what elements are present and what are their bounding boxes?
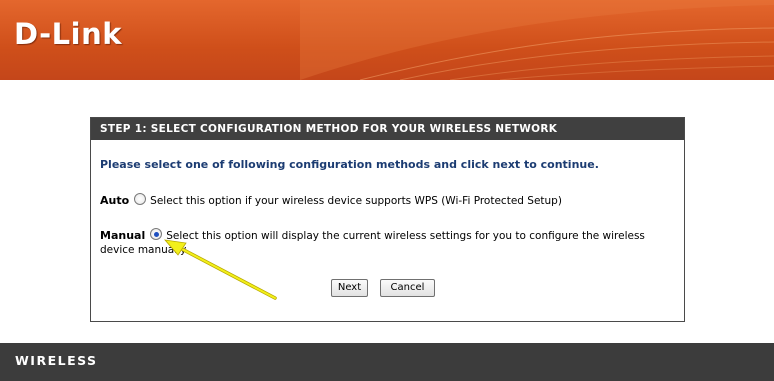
auto-radio[interactable] xyxy=(134,193,147,205)
option-auto-description: Select this option if your wireless devi… xyxy=(150,195,562,207)
dlink-logo: D-Link xyxy=(14,17,122,51)
header-wave-decoration xyxy=(300,0,774,80)
instruction-text: Please select one of following configura… xyxy=(100,158,599,171)
option-auto: Auto Select this option if your wireless … xyxy=(100,193,660,207)
option-manual: Manual Select this option will display th… xyxy=(100,228,660,257)
option-auto-label: Auto xyxy=(100,194,130,207)
option-manual-description: Select this option will display the curr… xyxy=(100,230,645,256)
option-manual-label: Manual xyxy=(100,229,146,242)
router-setup-page: D-Link STEP 1: SELECT CONFIGURATION METH… xyxy=(0,0,774,381)
config-method-dialog: STEP 1: SELECT CONFIGURATION METHOD FOR … xyxy=(90,117,685,322)
button-row: Next Cancel xyxy=(331,275,435,297)
footer-bar: WIRELESS xyxy=(0,343,774,381)
next-button[interactable]: Next xyxy=(331,279,368,297)
manual-radio[interactable] xyxy=(150,228,163,240)
cancel-button[interactable]: Cancel xyxy=(380,279,435,297)
header-banner: D-Link xyxy=(0,0,774,80)
footer-wireless-label: WIRELESS xyxy=(15,353,98,368)
dialog-title: STEP 1: SELECT CONFIGURATION METHOD FOR … xyxy=(91,118,684,140)
